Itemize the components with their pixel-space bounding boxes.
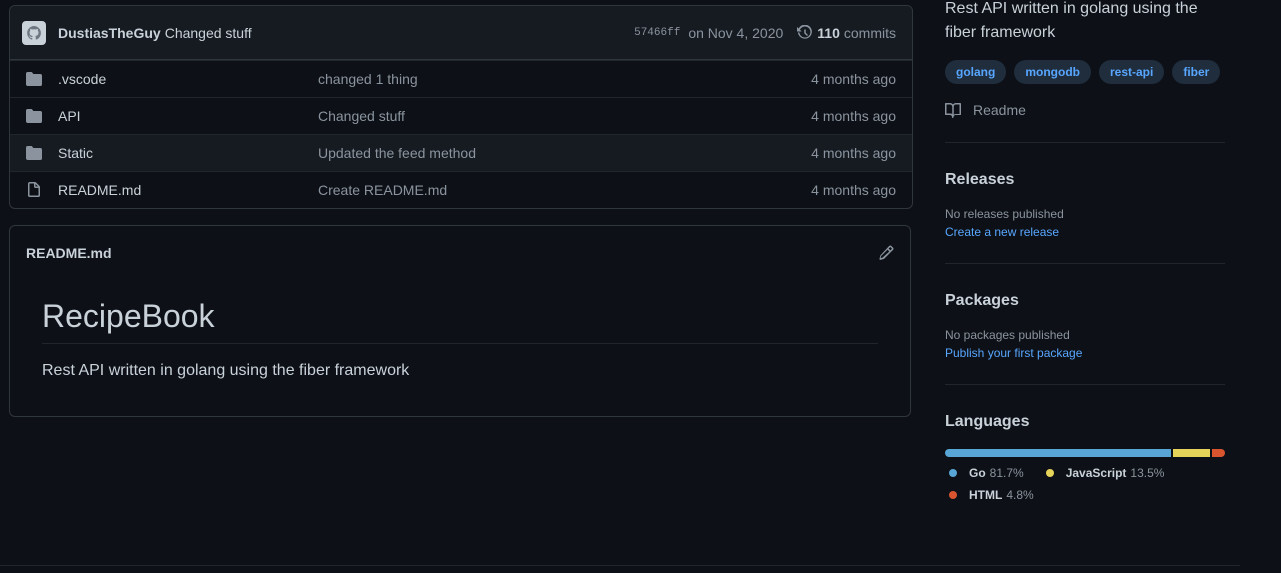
- commit-message-link[interactable]: Changed stuff: [165, 25, 252, 41]
- readme-heading: RecipeBook: [42, 298, 878, 344]
- create-release-link[interactable]: Create a new release: [945, 225, 1225, 239]
- book-icon: [945, 102, 961, 118]
- topic-list: golang mongodb rest-api fiber: [945, 60, 1225, 84]
- file-commit-message[interactable]: Create README.md: [318, 182, 447, 198]
- language-percent: 81.7%: [989, 466, 1024, 480]
- file-commit-message[interactable]: Updated the feed method: [318, 145, 476, 161]
- file-age: 4 months ago: [811, 108, 896, 124]
- divider: [945, 142, 1225, 143]
- folder-icon: [26, 145, 42, 161]
- file-commit-message[interactable]: Changed stuff: [318, 108, 405, 124]
- language-percent: 4.8%: [1006, 488, 1034, 502]
- file-name-link[interactable]: README.md: [58, 182, 318, 198]
- file-age: 4 months ago: [811, 145, 896, 161]
- user-avatar-icon: [27, 25, 41, 40]
- topic-tag[interactable]: golang: [945, 60, 1007, 84]
- file-name-link[interactable]: Static: [58, 145, 318, 161]
- language-bar-segment[interactable]: [945, 449, 1171, 457]
- commit-date: on Nov 4, 2020: [688, 24, 784, 41]
- releases-status: No releases published: [945, 207, 1064, 221]
- file-row[interactable]: API Changed stuff 4 months ago: [10, 97, 912, 134]
- language-item[interactable]: Go 81.7%: [945, 466, 1024, 480]
- language-name: JavaScript: [1065, 466, 1127, 480]
- readme-sidebar-label[interactable]: Readme: [973, 102, 1026, 118]
- file-commit-message[interactable]: changed 1 thing: [318, 71, 418, 87]
- language-bar: [945, 449, 1225, 457]
- readme-sidebar-link[interactable]: Readme: [945, 102, 1225, 118]
- commit-count[interactable]: 110: [817, 25, 840, 41]
- language-item[interactable]: HTML 4.8%: [945, 488, 1034, 502]
- avatar[interactable]: [22, 20, 46, 45]
- language-bar-segment[interactable]: [1211, 449, 1225, 457]
- file-icon: [26, 182, 42, 198]
- readme-filename[interactable]: README.md: [26, 245, 112, 261]
- language-name: HTML: [969, 488, 1003, 502]
- file-age: 4 months ago: [811, 71, 896, 87]
- topic-tag[interactable]: fiber: [1172, 60, 1221, 84]
- packages-status: No packages published: [945, 328, 1070, 342]
- language-item[interactable]: JavaScript 13.5%: [1042, 466, 1165, 480]
- language-list: Go 81.7% JavaScript 13.5% HTML 4.8%: [945, 466, 1225, 510]
- language-bar-segment[interactable]: [1172, 449, 1210, 457]
- repo-sidebar: Rest API written in golang using the fib…: [945, 0, 1225, 510]
- divider: [945, 384, 1225, 385]
- folder-icon: [26, 108, 42, 124]
- commit-author-link[interactable]: DustiasTheGuy: [58, 25, 161, 41]
- latest-commit-bar: DustiasTheGuy Changed stuff 57466ff on N…: [10, 6, 912, 60]
- go-dot-icon: [949, 469, 957, 477]
- pencil-icon[interactable]: [878, 245, 894, 261]
- readme-panel: README.md RecipeBook Rest API written in…: [9, 225, 911, 417]
- commit-count-label[interactable]: commits: [844, 25, 896, 41]
- language-name: Go: [969, 466, 986, 480]
- commit-sha-link[interactable]: 57466ff: [634, 27, 680, 39]
- file-browser: DustiasTheGuy Changed stuff 57466ff on N…: [9, 5, 913, 209]
- folder-icon: [26, 71, 42, 87]
- packages-title[interactable]: Packages: [945, 292, 1225, 310]
- publish-package-link[interactable]: Publish your first package: [945, 346, 1225, 360]
- releases-title[interactable]: Releases: [945, 171, 1225, 189]
- readme-content: RecipeBook Rest API written in golang us…: [10, 298, 910, 380]
- topic-tag[interactable]: mongodb: [1014, 60, 1091, 84]
- topic-tag[interactable]: rest-api: [1098, 60, 1165, 84]
- file-name-link[interactable]: .vscode: [58, 71, 318, 87]
- history-icon: [797, 24, 813, 41]
- readme-paragraph: Rest API written in golang using the fib…: [42, 362, 410, 379]
- language-percent: 13.5%: [1130, 466, 1165, 480]
- javascript-dot-icon: [1045, 469, 1054, 477]
- file-name-link[interactable]: API: [58, 108, 318, 124]
- file-row[interactable]: README.md Create README.md 4 months ago: [10, 171, 912, 208]
- file-age: 4 months ago: [811, 182, 896, 198]
- about-description: Rest API written in golang using the fib…: [945, 0, 1198, 41]
- commit-meta: 57466ff on Nov 4, 2020 110 commits: [634, 24, 896, 41]
- readme-header: README.md: [10, 226, 910, 280]
- languages-title: Languages: [945, 413, 1030, 430]
- html-dot-icon: [949, 491, 957, 499]
- file-row[interactable]: Static Updated the feed method 4 months …: [10, 134, 912, 171]
- file-row[interactable]: .vscode changed 1 thing 4 months ago: [10, 60, 912, 97]
- footer-divider: [0, 565, 1240, 566]
- divider: [945, 263, 1225, 264]
